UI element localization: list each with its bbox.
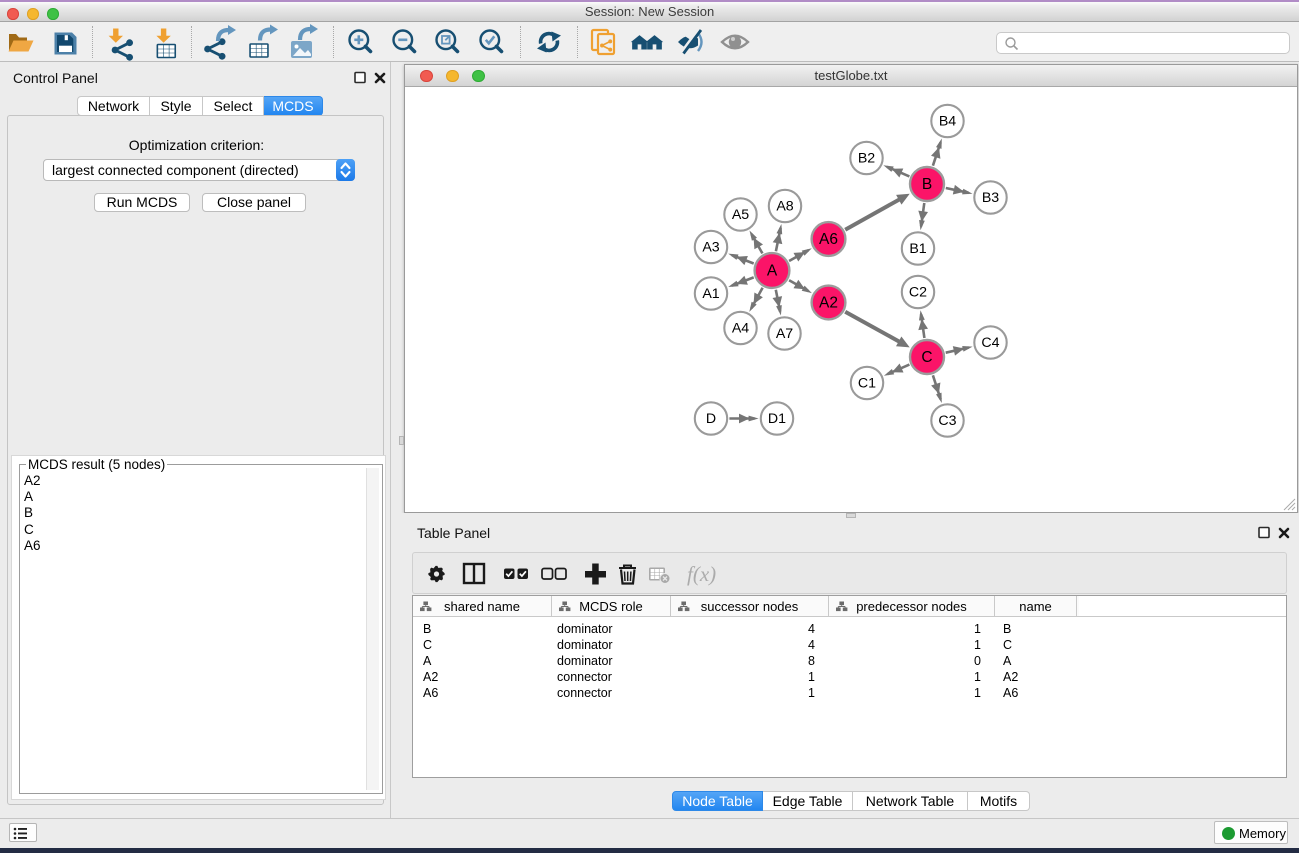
- svg-text:B4: B4: [939, 114, 956, 130]
- svg-text:B: B: [922, 176, 932, 193]
- svg-text:f(x): f(x): [687, 562, 716, 586]
- svg-text:A5: A5: [732, 207, 749, 223]
- svg-text:C3: C3: [938, 413, 956, 429]
- svg-text:A2: A2: [819, 295, 838, 312]
- svg-text:A6: A6: [819, 231, 838, 248]
- svg-text:B1: B1: [909, 241, 926, 257]
- svg-text:A3: A3: [702, 240, 719, 256]
- svg-text:A: A: [767, 263, 778, 280]
- svg-text:C1: C1: [858, 376, 876, 392]
- svg-text:A4: A4: [732, 321, 749, 337]
- svg-text:C4: C4: [981, 335, 999, 351]
- svg-text:A7: A7: [776, 326, 793, 342]
- svg-text:D: D: [706, 411, 716, 427]
- svg-text:A1: A1: [702, 286, 719, 302]
- svg-text:B2: B2: [858, 151, 875, 167]
- svg-text:C: C: [921, 349, 932, 366]
- svg-text:C2: C2: [909, 285, 927, 301]
- svg-text:D1: D1: [768, 411, 786, 427]
- svg-text:A8: A8: [776, 199, 793, 215]
- svg-text:B3: B3: [982, 190, 999, 206]
